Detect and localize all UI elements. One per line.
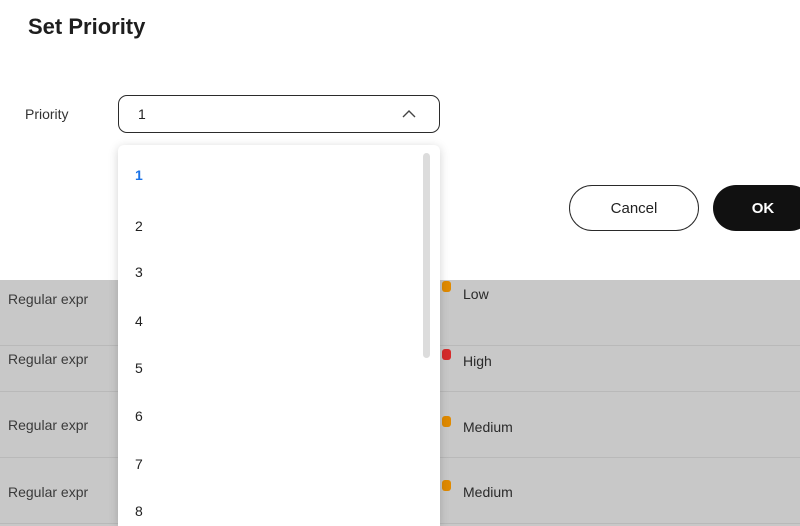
priority-label: Priority [25,106,69,122]
priority-option-3[interactable]: 3 [135,263,143,281]
priority-option-2[interactable]: 2 [135,217,143,235]
priority-option-5[interactable]: 5 [135,359,143,377]
severity-dot [442,349,451,360]
dialog-title: Set Priority [28,14,146,39]
rule-name: Regular expr [8,417,89,433]
priority-option-4[interactable]: 4 [135,312,143,330]
chevron-up-icon [402,110,416,118]
severity-level: Medium [463,419,513,435]
priority-option-1[interactable]: 1 [135,166,143,184]
cancel-button[interactable]: Cancel [569,185,699,231]
priority-select[interactable]: 1 [118,95,440,133]
dropdown-scrollbar[interactable] [423,153,430,358]
priority-option-6[interactable]: 6 [135,407,143,425]
priority-option-7[interactable]: 7 [135,455,143,473]
rule-name: Regular expr [8,351,89,367]
priority-option-8[interactable]: 8 [135,502,143,520]
rule-name: Regular expr [8,484,89,500]
ok-button[interactable]: OK [713,185,800,231]
severity-level: High [463,353,492,369]
severity-level: Medium [463,484,513,500]
severity-dot [442,416,451,427]
severity-level: Low [463,286,489,302]
severity-dot [442,281,451,292]
priority-dropdown: 1 2 3 4 5 6 7 8 [118,145,440,526]
severity-dot [442,480,451,491]
rule-name: Regular expr [8,291,89,307]
priority-select-value: 1 [138,106,146,122]
